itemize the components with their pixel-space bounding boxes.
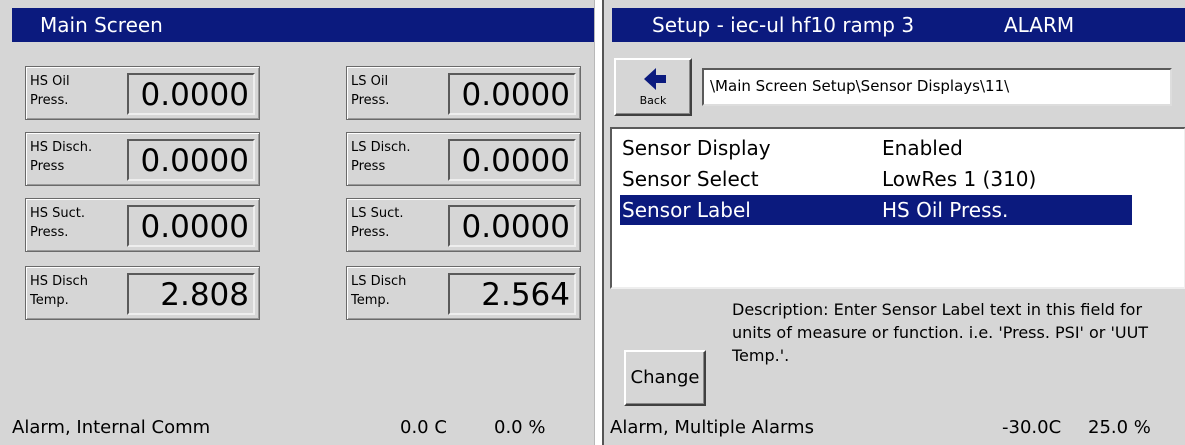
sensor-value: 0.0000 [127,73,255,115]
sensor-display-ls-disch-press[interactable]: LS Disch. Press 0.0000 [346,132,581,186]
setup-screen-titlebar: Setup - iec-ul hf10 ramp 3 ALARM [612,8,1185,42]
sensor-value: 0.0000 [127,205,255,247]
sensor-value: 2.808 [127,273,255,315]
sensor-display-ls-oil-press[interactable]: LS Oil Press. 0.0000 [346,66,581,120]
list-item-value: HS Oil Press. [882,198,1009,222]
list-item-name: Sensor Display [622,136,771,160]
sensor-value: 0.0000 [448,73,576,115]
sensor-display-hs-suct-press[interactable]: HS Suct. Press. 0.0000 [25,198,260,252]
sensor-label: HS Suct. Press. [30,206,86,240]
main-screen-panel: Main Screen HS Oil Press. 0.0000 LS Oil … [0,0,595,445]
status-percent: 0.0 % [494,417,546,438]
description-text: Description: Enter Sensor Label text in … [732,300,1149,365]
status-temperature: -30.0C [1002,417,1062,438]
main-screen-titlebar: Main Screen [12,8,594,42]
setup-screen-panel: Setup - iec-ul hf10 ramp 3 ALARM Back \M… [602,0,1185,445]
change-button[interactable]: Change [624,350,706,406]
setup-screen-title: Setup - iec-ul hf10 ramp 3 [652,13,915,37]
sensor-value: 0.0000 [448,205,576,247]
status-percent: 25.0 % [1088,417,1151,438]
sensor-display-hs-oil-press[interactable]: HS Oil Press. 0.0000 [25,66,260,120]
sensor-value: 0.0000 [127,139,255,181]
sensor-label: LS Suct. Press. [351,206,404,240]
status-message: Alarm, Internal Comm [12,417,211,438]
sensor-display-ls-disch-temp[interactable]: LS Disch Temp. 2.564 [346,266,581,320]
sensor-value: 2.564 [448,273,576,315]
list-item-value: Enabled [882,136,963,160]
status-message: Alarm, Multiple Alarms [610,417,814,438]
sensor-display-hs-disch-press[interactable]: HS Disch. Press 0.0000 [25,132,260,186]
sensor-label: LS Oil Press. [351,74,390,108]
back-button[interactable]: Back [614,58,692,116]
list-item-sensor-display[interactable]: Sensor Display Enabled [620,133,1132,163]
main-screen-title: Main Screen [40,13,163,37]
settings-list: Sensor Display Enabled Sensor Select Low… [610,127,1185,289]
path-field[interactable]: \Main Screen Setup\Sensor Displays\11\ [702,68,1172,106]
list-item-sensor-select[interactable]: Sensor Select LowRes 1 (310) [620,164,1132,194]
status-temperature: 0.0 C [400,417,447,438]
sensor-label: LS Disch Temp. [351,274,407,308]
sensor-display-ls-suct-press[interactable]: LS Suct. Press. 0.0000 [346,198,581,252]
sensor-label: HS Disch. Press [30,140,93,174]
sensor-label: HS Oil Press. [30,74,70,108]
back-label: Back [639,94,667,107]
alarm-indicator: ALARM [1004,13,1075,37]
list-item-name: Sensor Select [622,167,759,191]
list-item-sensor-label[interactable]: Sensor Label HS Oil Press. [620,195,1132,225]
left-arrow-icon [644,68,666,90]
list-item-name: Sensor Label [622,198,751,222]
sensor-label: HS Disch Temp. [30,274,88,308]
sensor-display-hs-disch-temp[interactable]: HS Disch Temp. 2.808 [25,266,260,320]
sensor-label: LS Disch. Press [351,140,411,174]
sensor-value: 0.0000 [448,139,576,181]
list-item-value: LowRes 1 (310) [882,167,1037,191]
